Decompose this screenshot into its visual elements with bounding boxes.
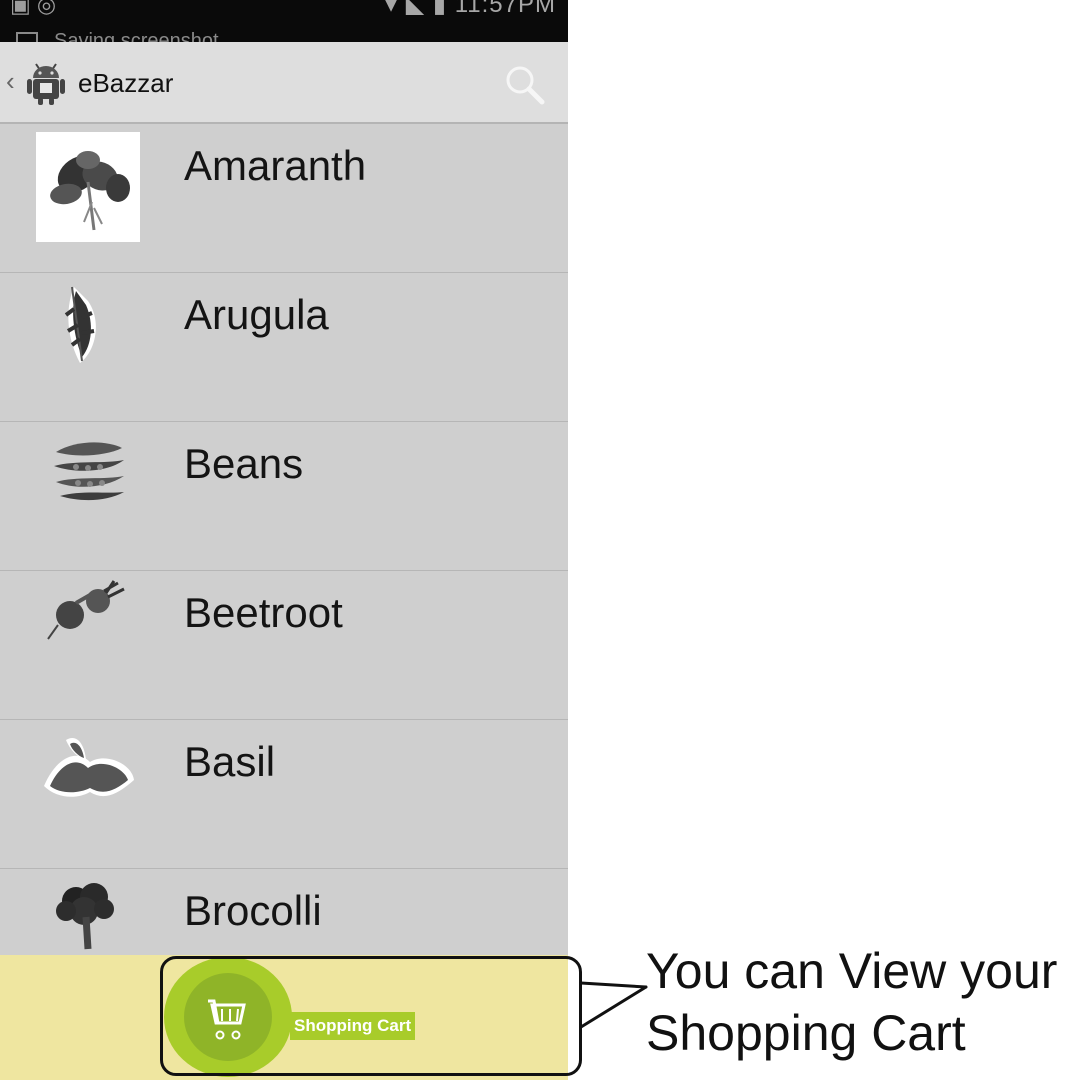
callout-line-2: Shopping Cart (646, 1005, 966, 1061)
callout-text: You can View your Shopping Cart (646, 940, 1076, 1064)
search-icon[interactable] (504, 64, 546, 106)
item-label: Beetroot (184, 589, 343, 636)
beetroot-icon (47, 580, 125, 640)
callout-line-1: You can View your (646, 943, 1058, 999)
item-label: Basil (184, 738, 276, 785)
status-time: 11:57PM (454, 0, 556, 18)
list-item-basil[interactable]: Basil (0, 720, 568, 869)
back-chevron-icon[interactable]: ‹ (6, 66, 15, 97)
list-item-arugula[interactable]: Arugula (0, 273, 568, 422)
status-icons: ▾ ◣ ▮ 11:57PM (385, 0, 556, 19)
arugula-icon (64, 286, 96, 363)
beans-icon (54, 442, 124, 501)
item-label: Brocolli (184, 887, 322, 934)
item-label: Amaranth (184, 142, 367, 189)
item-label: Beans (184, 440, 304, 487)
product-list: Amaranth Arugula Beans Beetroot Basil Br… (0, 124, 568, 1018)
screenshot-icon (16, 31, 38, 42)
gallery-icon: ▣ ◎ (10, 0, 57, 17)
status-bar: ▣ ◎ ▾ ◣ ▮ 11:57PM Saving screenshot (0, 0, 568, 42)
list-item-beetroot[interactable]: Beetroot (0, 571, 568, 720)
app-title: eBazzar (78, 68, 174, 98)
list-item-beans[interactable]: Beans (0, 422, 568, 571)
android-app-icon[interactable] (26, 58, 66, 106)
item-label: Arugula (184, 291, 329, 338)
notification-ticker: Saving screenshot (16, 30, 219, 42)
list-item-amaranth[interactable]: Amaranth (0, 124, 568, 273)
phone-screen: ▣ ◎ ▾ ◣ ▮ 11:57PM Saving screenshot ‹ eB… (0, 0, 568, 1080)
basil-icon (44, 738, 134, 797)
amaranth-icon (36, 132, 140, 242)
notification-text: Saving screenshot (54, 30, 219, 42)
callout-highlight-box (160, 956, 582, 1076)
action-bar: ‹ eBazzar (0, 42, 568, 124)
